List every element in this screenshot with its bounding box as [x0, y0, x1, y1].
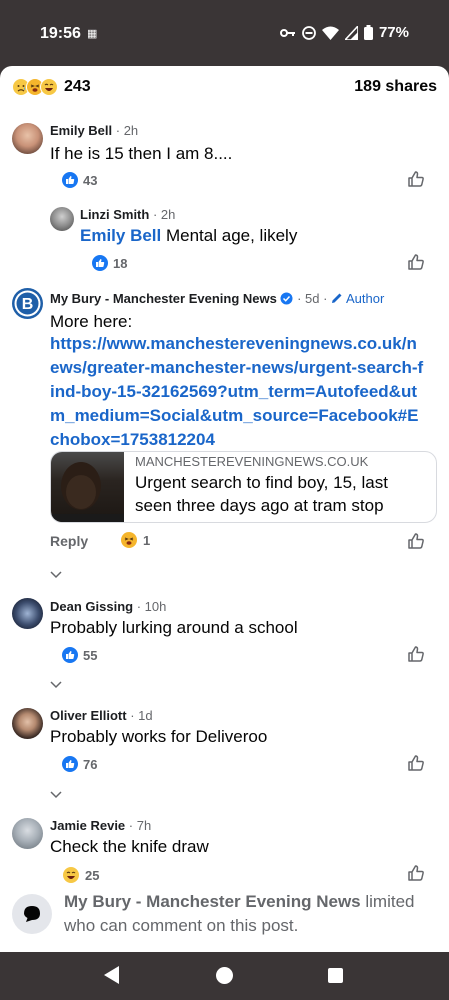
vpn-key-icon: [279, 28, 295, 37]
reaction-count: 243: [64, 78, 91, 95]
verified-badge-icon: [280, 292, 293, 305]
svg-text:B: B: [22, 296, 34, 313]
comment-text: Probably works for Deliveroo: [50, 727, 268, 746]
like-count-badge[interactable]: 43: [62, 172, 97, 188]
comment-text: More here:: [50, 312, 133, 331]
comment-author-line: Jamie Revie · 7h: [50, 818, 151, 833]
like-icon: [62, 756, 78, 772]
bury-logo-icon: B: [14, 290, 41, 317]
like-count: 18: [113, 255, 128, 271]
comment-time: · 1d: [130, 708, 153, 723]
laugh-emoji-icon: [62, 866, 80, 884]
comment-text: Check the knife draw: [50, 837, 209, 856]
squint-emoji-icon: [120, 531, 138, 549]
like-count-badge[interactable]: 18: [92, 255, 127, 271]
comment-author-line: My Bury - Manchester Evening News · 5d ·…: [50, 291, 384, 306]
thumbs-up-icon[interactable]: [407, 170, 425, 188]
thumbs-up-icon[interactable]: [407, 532, 425, 550]
comment-time: · 5d ·: [297, 291, 328, 306]
avatar[interactable]: [12, 598, 43, 629]
comment-author-line: Dean Gissing · 10h: [50, 599, 166, 614]
page-avatar[interactable]: B: [12, 288, 43, 319]
comment-body: Mental age, likely: [161, 226, 298, 245]
comment-author-name[interactable]: Oliver Elliott: [50, 708, 127, 723]
comment-author-name[interactable]: Emily Bell: [50, 123, 112, 138]
avatar[interactable]: [50, 207, 74, 231]
system-nav-bar: [0, 952, 449, 1000]
comment-restriction-notice: My Bury - Manchester Evening News limite…: [64, 890, 434, 938]
link-title: Urgent search to find boy, 15, last seen…: [135, 473, 388, 515]
mention-link[interactable]: Emily Bell: [80, 226, 161, 245]
chevron-down-icon[interactable]: [50, 681, 62, 689]
link-domain: MANCHESTEREVENINGNEWS.CO.UK: [135, 454, 369, 469]
comment-author-line: Linzi Smith · 2h: [80, 207, 175, 222]
thumbs-up-icon[interactable]: [407, 645, 425, 663]
thumbs-up-icon[interactable]: [407, 253, 425, 271]
like-count-badge[interactable]: 55: [62, 647, 97, 663]
signal-icon: [344, 25, 358, 40]
comment-text: Emily Bell Mental age, likely: [80, 224, 430, 248]
comment-link[interactable]: https://www.manchestereveningnews.co.uk/…: [50, 332, 425, 452]
comment-author-name[interactable]: Linzi Smith: [80, 207, 149, 222]
comment-author-name[interactable]: Dean Gissing: [50, 599, 133, 614]
reaction-count-badge[interactable]: 25: [62, 866, 99, 884]
status-time: 19:56: [40, 25, 81, 42]
like-icon: [62, 172, 78, 188]
comment-time: · 2h: [152, 207, 176, 222]
like-count: 76: [83, 756, 98, 772]
home-icon[interactable]: [216, 967, 233, 984]
like-count: 55: [83, 647, 98, 663]
like-count: 43: [83, 172, 98, 188]
like-count-badge[interactable]: 76: [62, 756, 97, 772]
reaction-count-badge[interactable]: 1: [120, 531, 150, 549]
comment-restricted-icon: [12, 894, 52, 934]
comment-time: · 10h: [136, 599, 167, 614]
avatar[interactable]: [12, 123, 43, 154]
comment-author-name[interactable]: Jamie Revie: [50, 818, 125, 833]
avatar[interactable]: [12, 708, 43, 739]
reactions-summary[interactable]: 243 189 shares: [12, 78, 437, 96]
battery-icon: [363, 25, 373, 40]
author-badge: Author: [345, 291, 385, 306]
comment-author-line: Emily Bell · 2h: [50, 123, 138, 138]
link-preview-card[interactable]: MANCHESTEREVENINGNEWS.CO.UK Urgent searc…: [50, 451, 437, 523]
comment-time: · 7h: [128, 818, 152, 833]
pencil-icon: [332, 293, 342, 303]
comment-text: Probably lurking around a school: [50, 618, 298, 637]
status-bar: 19:56 ▦ 77%: [0, 0, 449, 66]
comment-time: · 2h: [115, 123, 139, 138]
avatar[interactable]: [12, 818, 43, 849]
thumbs-up-icon[interactable]: [407, 864, 425, 882]
comment-author-name[interactable]: My Bury - Manchester Evening News: [50, 291, 277, 306]
recents-icon[interactable]: [328, 968, 343, 983]
link-thumbnail: [51, 452, 124, 522]
thumbs-up-icon[interactable]: [407, 754, 425, 772]
dnd-icon: [302, 25, 316, 40]
back-icon[interactable]: [104, 966, 119, 984]
laugh-emoji-icon: [40, 78, 58, 96]
battery-percent: 77%: [378, 24, 409, 41]
page-name[interactable]: My Bury - Manchester Evening News: [64, 892, 361, 911]
like-icon: [62, 647, 78, 663]
notification-icon: ▦: [87, 28, 98, 40]
like-icon: [92, 255, 108, 271]
wifi-icon: [321, 26, 339, 40]
reply-button[interactable]: Reply: [50, 533, 88, 549]
status-icons: 77%: [279, 24, 409, 41]
comment-text: If he is 15 then I am 8....: [50, 144, 233, 163]
chevron-down-icon[interactable]: [50, 571, 62, 579]
comment-author-line: Oliver Elliott · 1d: [50, 708, 153, 723]
chevron-down-icon[interactable]: [50, 791, 62, 799]
reaction-count: 1: [143, 532, 151, 548]
reaction-count: 25: [85, 867, 100, 883]
reaction-emojis: [12, 78, 58, 96]
shares-count[interactable]: 189 shares: [354, 78, 437, 96]
comments-sheet[interactable]: 243 189 shares Emily Bell · 2h If he is …: [0, 66, 449, 952]
